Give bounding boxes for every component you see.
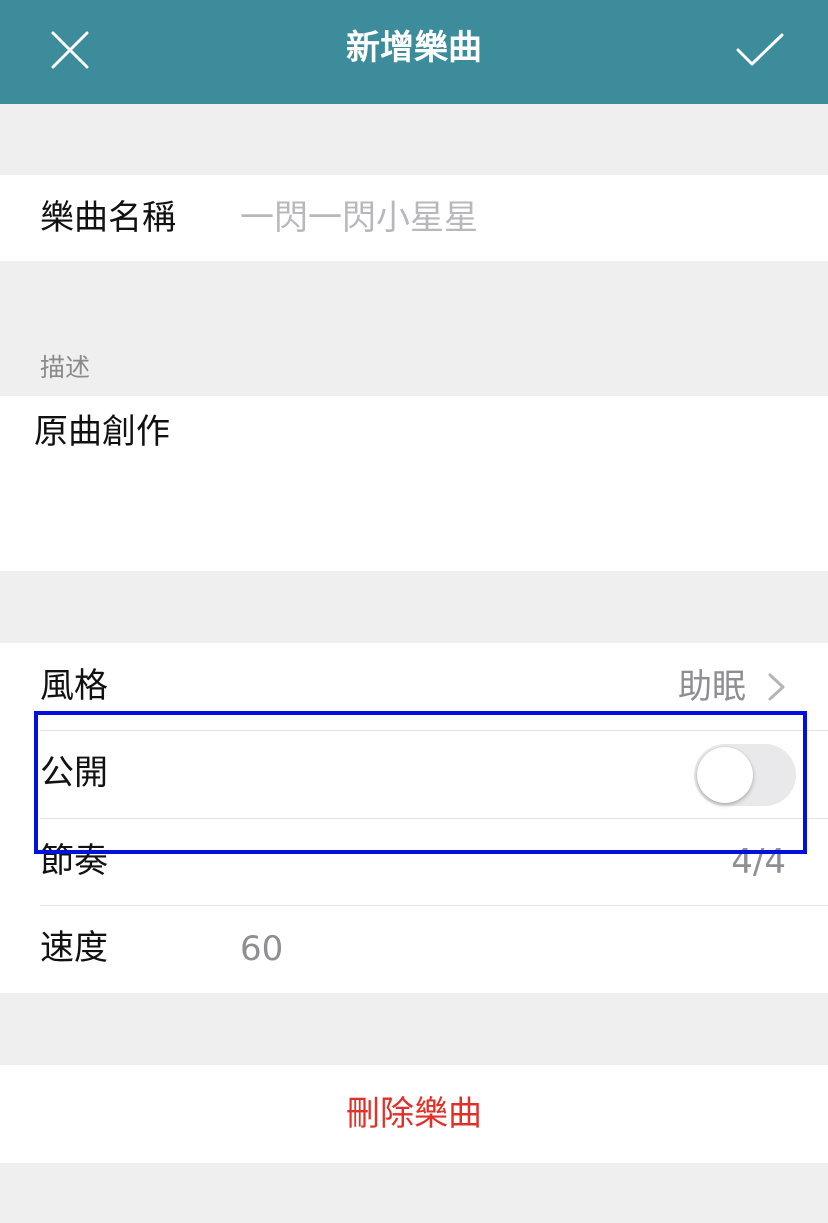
page-title: 新增樂曲 [346,28,482,68]
delete-song-label: 刪除樂曲 [346,1094,482,1134]
edit-song-screen: 新增樂曲 樂曲名稱 描述 原曲創作 風格 助眠 公開 [0,0,828,1223]
tempo-value[interactable]: 60 [240,927,283,971]
song-name-row: 樂曲名稱 [0,175,828,261]
settings-group: 風格 助眠 公開 節奏 4/4 速度 60 [0,643,828,993]
meter-row[interactable]: 節奏 4/4 [0,818,828,905]
style-row[interactable]: 風格 助眠 [0,643,828,730]
public-row: 公開 [0,730,828,817]
description-input[interactable]: 原曲創作 [34,410,794,560]
description-row: 原曲創作 [0,396,828,571]
confirm-button[interactable] [732,22,788,78]
delete-song-button[interactable]: 刪除樂曲 [0,1065,828,1163]
style-label: 風格 [40,666,108,706]
description-header: 描述 [40,353,91,382]
toggle-knob [697,747,753,803]
meter-value: 4/4 [731,842,786,882]
song-name-label: 樂曲名稱 [40,198,176,238]
public-label: 公開 [40,753,108,793]
public-toggle[interactable] [694,744,796,806]
tempo-label: 速度 [40,928,108,968]
meter-label: 節奏 [40,841,108,881]
checkmark-icon [736,33,784,66]
chevron-right-icon [768,673,785,701]
tempo-row[interactable]: 速度 60 [0,905,828,992]
navigation-bar: 新增樂曲 [0,0,828,104]
style-value: 助眠 [678,667,746,707]
song-name-input[interactable] [240,196,780,240]
